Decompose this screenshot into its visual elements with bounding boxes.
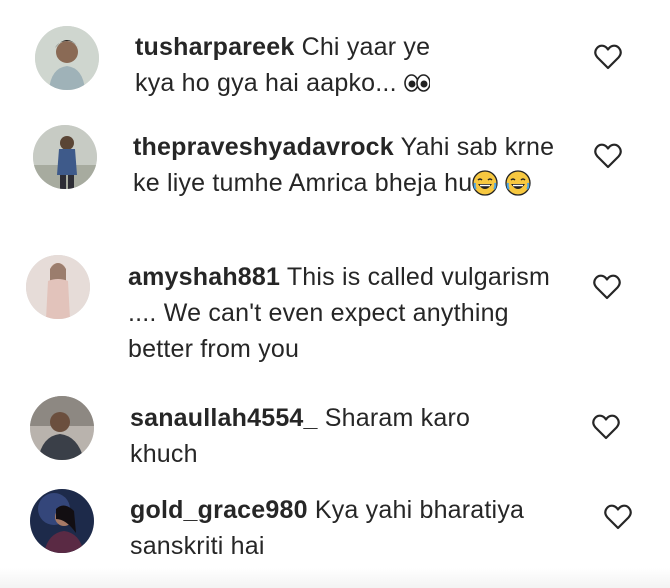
comment-item: tusharpareek Chi yaar ye kya ho gya hai …: [0, 0, 670, 120]
comment-item: thepraveshyadavrock Yahi sab krne ke liy…: [0, 120, 670, 250]
comment-text: tusharpareek Chi yaar ye kya ho gya hai …: [135, 29, 435, 101]
comment-text: thepraveshyadavrock Yahi sab krne ke liy…: [133, 129, 563, 201]
comment-username[interactable]: tusharpareek: [135, 33, 294, 61]
comment-item: sanaullah4554_ Sharam karo khuch: [0, 390, 670, 485]
eyes-emoji: [404, 70, 430, 96]
joy-emoji: [505, 170, 532, 196]
comment-username[interactable]: thepraveshyadavrock: [133, 133, 394, 161]
like-heart-icon[interactable]: [593, 43, 623, 71]
comment-text: gold_grace980 Kya yahi bharatiya sanskri…: [130, 492, 570, 564]
like-heart-icon[interactable]: [603, 503, 633, 531]
comment-username[interactable]: gold_grace980: [130, 496, 308, 524]
avatar[interactable]: [35, 26, 99, 90]
comment-item: amyshah881 This is called vulgarism ....…: [0, 250, 670, 390]
comment-username[interactable]: amyshah881: [128, 263, 280, 291]
avatar[interactable]: [26, 255, 90, 319]
like-heart-icon[interactable]: [591, 413, 621, 441]
avatar[interactable]: [30, 396, 94, 460]
like-heart-icon[interactable]: [593, 142, 623, 170]
like-heart-icon[interactable]: [592, 273, 622, 301]
comment-username[interactable]: sanaullah4554_: [130, 404, 318, 432]
avatar[interactable]: [30, 489, 94, 553]
comment-text: amyshah881 This is called vulgarism ....…: [128, 259, 578, 367]
bottom-edge: [0, 568, 670, 588]
comment-text: sanaullah4554_ Sharam karo khuch: [130, 400, 530, 472]
avatar[interactable]: [33, 125, 97, 189]
joy-emoji: [472, 170, 498, 196]
